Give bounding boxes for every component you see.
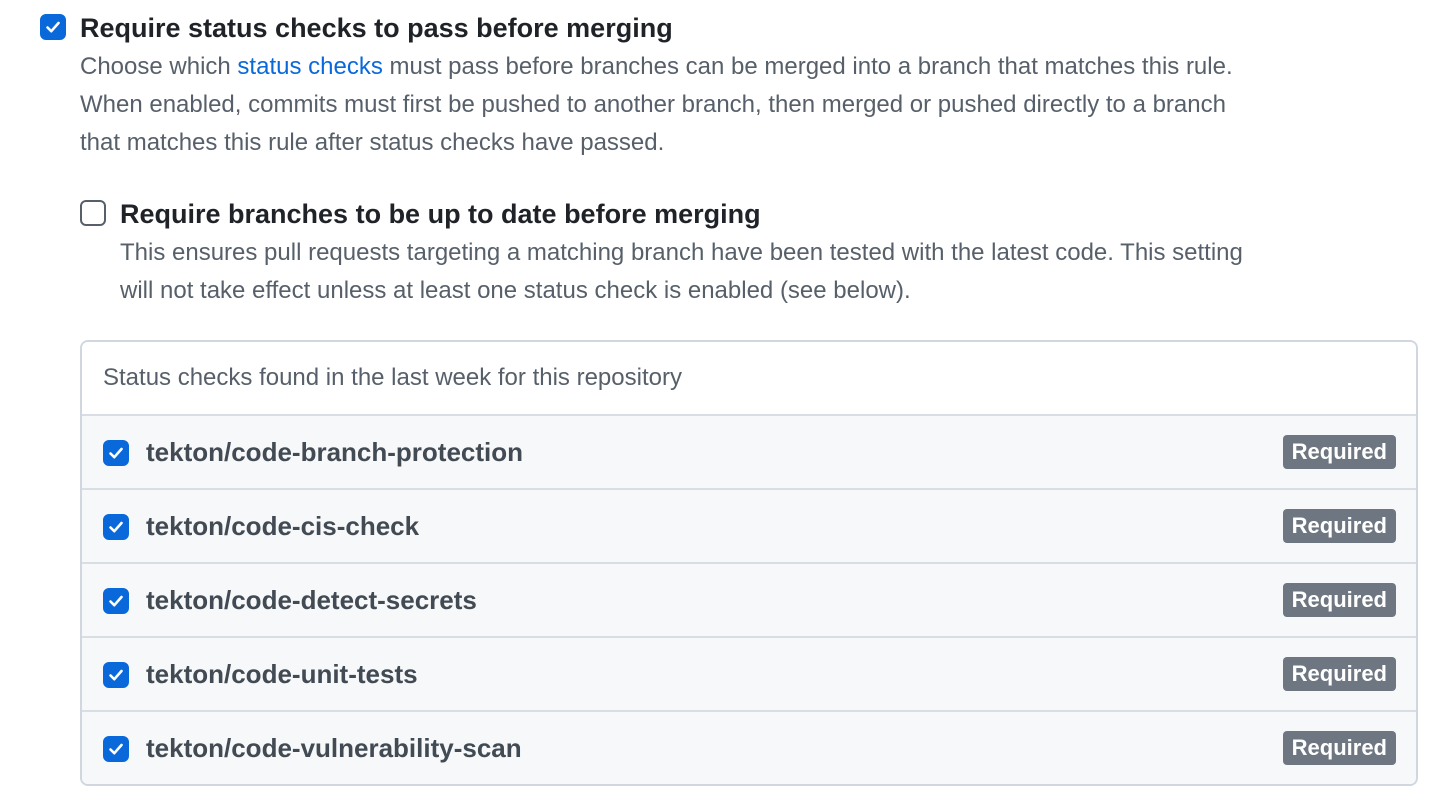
check-icon [109,521,123,533]
require-up-to-date-checkbox[interactable] [80,200,106,226]
description-line: will not take effect unless at least one… [120,277,911,304]
status-check-row: tekton/code-unit-tests Required [82,638,1416,712]
status-check-name: tekton/code-vulnerability-scan [146,733,522,763]
require-status-checks-description: Choose which status checks must pass bef… [80,48,1420,162]
required-badge: Required [1282,657,1396,691]
check-icon [109,595,123,607]
status-check-checkbox[interactable] [103,662,129,688]
status-check-row: tekton/code-branch-protection Required [82,416,1416,490]
require-status-checks-checkbox[interactable] [40,14,66,40]
required-badge: Required [1282,731,1396,765]
status-checks-panel-header: Status checks found in the last week for… [82,342,1416,416]
required-badge: Required [1282,435,1396,469]
description-line: Choose which status checks must pass bef… [80,48,1420,86]
description-prefix: Choose which [80,53,238,80]
status-check-name: tekton/code-cis-check [146,511,420,541]
status-check-row: tekton/code-detect-secrets Required [82,564,1416,638]
status-check-row: tekton/code-cis-check Required [82,490,1416,564]
check-icon [109,669,123,681]
description-line: This ensures pull requests targeting a m… [120,239,1243,266]
status-check-name: tekton/code-unit-tests [146,659,418,689]
require-status-checks-title: Require status checks to pass before mer… [80,13,673,43]
status-check-checkbox[interactable] [103,736,129,762]
require-up-to-date-description: This ensures pull requests targeting a m… [120,234,1430,310]
status-check-row: tekton/code-vulnerability-scan Required [82,712,1416,784]
status-check-name: tekton/code-detect-secrets [146,585,477,615]
status-check-name: tekton/code-branch-protection [146,437,524,467]
status-check-checkbox[interactable] [103,514,129,540]
check-icon [46,21,60,33]
status-check-checkbox[interactable] [103,588,129,614]
check-icon [109,447,123,459]
description-suffix: must pass before branches can be merged … [382,53,1233,80]
require-up-to-date-title: Require branches to be up to date before… [120,199,761,229]
description-line: that matches this rule after status chec… [80,129,665,156]
description-line: When enabled, commits must first be push… [80,91,1226,118]
status-checks-link[interactable]: status checks [237,53,382,80]
status-check-checkbox[interactable] [103,440,129,466]
required-badge: Required [1282,583,1396,617]
required-badge: Required [1282,509,1396,543]
check-icon [109,743,123,755]
status-checks-panel: Status checks found in the last week for… [80,340,1418,786]
